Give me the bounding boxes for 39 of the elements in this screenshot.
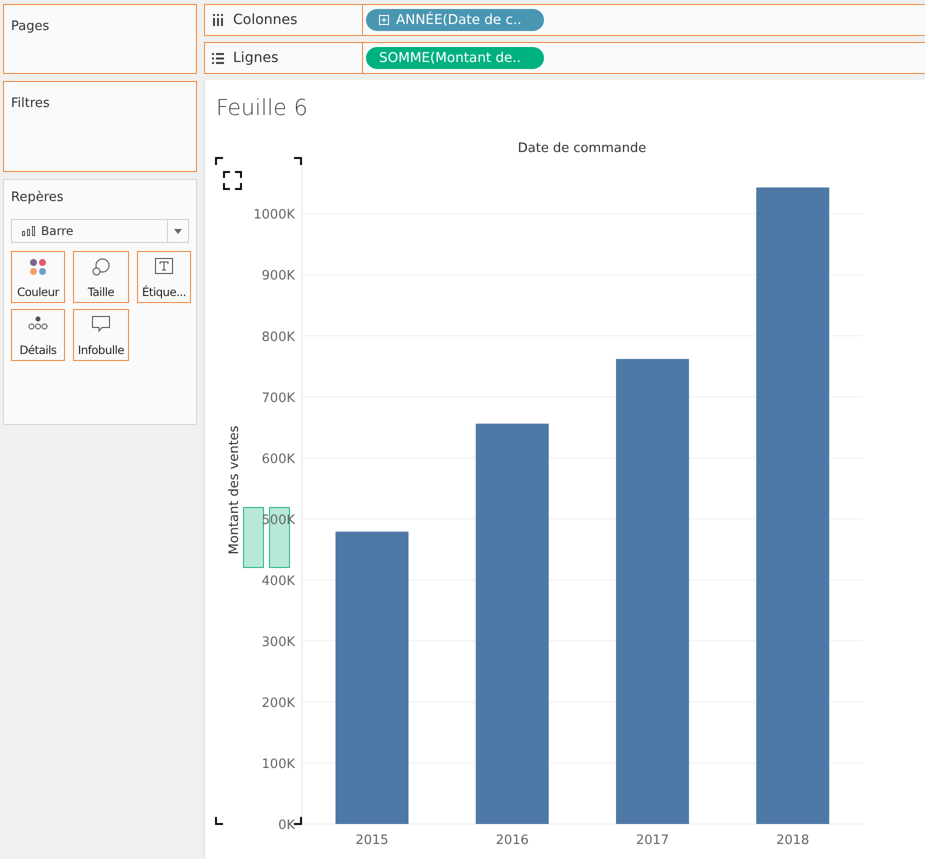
marks-button[interactable]: Détails	[11, 309, 65, 361]
y-tick-label: 1000K	[253, 208, 295, 223]
dots-icon	[28, 316, 48, 330]
marks-button[interactable]: Couleur	[11, 251, 65, 303]
mark-type-dropdown[interactable]: Barre	[11, 219, 189, 243]
panel-title: Filtres	[11, 96, 50, 111]
circles-icon	[92, 258, 110, 276]
shelf-label: Lignes	[233, 50, 278, 66]
y-tick-label: 900K	[262, 268, 295, 284]
y-tick-label: 700K	[262, 390, 295, 406]
list-icon	[212, 52, 224, 64]
y-tick-label: 300K	[262, 634, 295, 650]
marks-button[interactable]: Infobulle	[73, 309, 129, 361]
text-icon	[155, 258, 173, 274]
panel-title: Pages	[11, 19, 50, 34]
expand-icon	[379, 15, 389, 25]
marks-button[interactable]: Taille	[73, 251, 129, 303]
shelf-label: Colonnes	[233, 12, 298, 28]
y-tick-label: 400K	[262, 574, 295, 589]
speech-bubble-icon	[92, 316, 110, 332]
fit-icon[interactable]	[223, 171, 242, 190]
chart-title: Date de commande	[518, 141, 646, 156]
y-tick-label: 100K	[262, 756, 295, 772]
x-tick-label: 2015	[355, 833, 389, 848]
x-tick-label: 2016	[496, 833, 529, 848]
color-dots-icon	[29, 258, 47, 276]
caret-icon	[174, 228, 182, 234]
sheet-title: Feuille 6	[215, 95, 309, 123]
y-tick-label: 200K	[262, 696, 295, 711]
y-tick-label: 800K	[262, 330, 295, 345]
y-tick-label: 600K	[262, 452, 295, 467]
panel-title: Repères	[11, 190, 65, 205]
x-tick-label: 2018	[776, 833, 810, 848]
marks-button[interactable]: Étique...	[137, 251, 191, 303]
bar-chart-icon	[22, 226, 36, 236]
y-tick-label: 0K	[278, 818, 295, 833]
y-axis-title: Montant des ventes	[227, 426, 242, 554]
columns-icon	[212, 14, 224, 26]
x-tick-label: 2017	[636, 833, 670, 848]
